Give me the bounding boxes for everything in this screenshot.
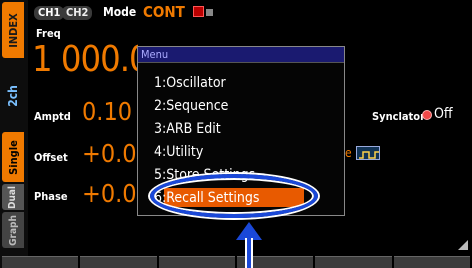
- menu-item-label: Utility: [166, 144, 204, 160]
- synclator-status-icon: [422, 110, 432, 120]
- freq-label: Freq: [36, 27, 61, 40]
- softkey-2[interactable]: [80, 256, 157, 268]
- menu-item-number: 3:: [154, 121, 167, 137]
- phase-label: Phase: [34, 190, 68, 203]
- menu-item-utility[interactable]: 4:Utility: [154, 143, 324, 161]
- square-wave-icon[interactable]: [356, 146, 380, 160]
- square-wave-glyph: [359, 151, 379, 159]
- tab-graph-label: Graph: [7, 214, 19, 246]
- freq-value[interactable]: 1 000.0: [32, 40, 138, 80]
- ch1-badge[interactable]: CH1: [34, 6, 65, 20]
- offset-label: Offset: [34, 151, 68, 164]
- softkey-3[interactable]: [158, 256, 235, 268]
- menu-item-sequence[interactable]: 2:Sequence: [154, 97, 324, 115]
- menu-item-label: ARB Edit: [166, 121, 221, 137]
- tab-dual[interactable]: Dual: [2, 184, 24, 210]
- tab-graph[interactable]: Graph: [2, 212, 24, 248]
- menu-title: Menu: [138, 47, 344, 63]
- corner-indicator-icon: [458, 240, 468, 250]
- status-square-icon: [206, 9, 213, 16]
- softkey-bar: [0, 256, 472, 268]
- menu-item-label: Oscillator: [166, 75, 226, 91]
- tab-dual-label: Dual: [7, 185, 19, 209]
- tab-single-label: Single: [6, 139, 20, 175]
- tab-index[interactable]: INDEX: [2, 2, 24, 58]
- menu-item-number: 5:: [154, 167, 167, 183]
- menu-item-label: Sequence: [166, 98, 229, 114]
- softkey-1[interactable]: [2, 256, 79, 268]
- amptd-value[interactable]: 0.10: [82, 98, 138, 126]
- softkey-6[interactable]: [393, 256, 470, 268]
- offset-value[interactable]: +0.0: [82, 140, 138, 168]
- softkey-5[interactable]: [315, 256, 392, 268]
- phase-value[interactable]: +0.0: [82, 180, 138, 208]
- menu-item-oscillator[interactable]: 1:Oscillator: [154, 74, 324, 92]
- menu-item-arb-edit[interactable]: 3:ARB Edit: [154, 120, 324, 138]
- tab-channel-label: 2ch: [5, 85, 20, 107]
- tab-index-label: INDEX: [6, 12, 20, 48]
- synclator-value[interactable]: Off: [434, 106, 453, 122]
- mode-value[interactable]: CONT: [143, 3, 185, 21]
- menu-item-number: 1:: [154, 75, 167, 91]
- amptd-label: Amptd: [34, 110, 71, 123]
- tab-single[interactable]: Single: [2, 132, 24, 182]
- waveform-label-fragment: e: [345, 146, 352, 160]
- menu-item-number: 4:: [154, 144, 167, 160]
- mode-label: Mode: [103, 5, 137, 19]
- memory-indicator-icon: [193, 6, 204, 17]
- side-tab-strip: INDEX 2ch Single Dual Graph: [0, 0, 28, 268]
- synclator-label: Synclator: [372, 110, 425, 123]
- callout-ellipse: [150, 174, 318, 218]
- tab-channel[interactable]: 2ch: [2, 62, 24, 130]
- menu-item-number: 2:: [154, 98, 167, 114]
- callout-arrow-shaft: [245, 238, 253, 268]
- ch2-badge[interactable]: CH2: [62, 6, 93, 20]
